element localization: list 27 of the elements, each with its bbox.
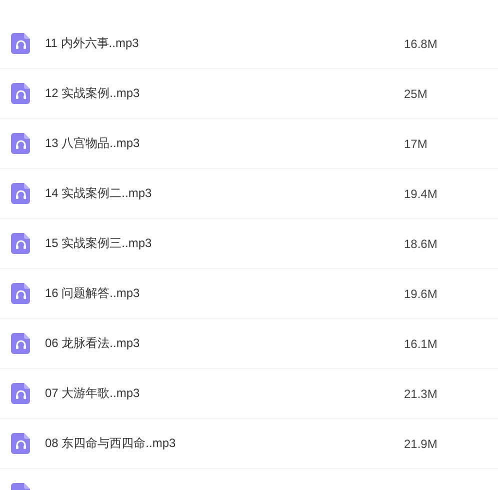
file-name[interactable]: 08 东四命与西四命..mp3 bbox=[45, 435, 404, 452]
audio-file-icon bbox=[11, 333, 31, 354]
file-size: 21.9M bbox=[404, 436, 438, 450]
file-name[interactable]: 07 大游年歌..mp3 bbox=[45, 385, 404, 402]
file-name[interactable]: 14 实战案例二..mp3 bbox=[45, 185, 404, 202]
file-size: 19.4M bbox=[404, 186, 438, 200]
file-size: 18.6M bbox=[404, 236, 438, 250]
file-size: 19.6M bbox=[404, 286, 438, 300]
audio-file-icon bbox=[11, 183, 31, 204]
audio-file-icon bbox=[11, 83, 31, 104]
audio-file-icon bbox=[11, 433, 31, 454]
audio-file-icon bbox=[11, 233, 31, 254]
file-name[interactable]: 11 内外六事..mp3 bbox=[45, 35, 404, 52]
audio-file-icon bbox=[11, 283, 31, 304]
audio-file-icon bbox=[11, 33, 31, 54]
file-name[interactable]: 12 实战案例..mp3 bbox=[45, 85, 404, 102]
file-size: 16.8M bbox=[404, 36, 438, 50]
file-name[interactable]: 06 龙脉看法..mp3 bbox=[45, 335, 404, 352]
file-name[interactable]: 15 实战案例三..mp3 bbox=[45, 235, 404, 252]
file-size: 17M bbox=[404, 136, 428, 150]
audio-file-icon bbox=[11, 133, 31, 154]
file-size: 21.3M bbox=[404, 386, 438, 400]
file-size: 25M bbox=[404, 86, 428, 100]
file-name[interactable]: 13 八宫物品..mp3 bbox=[45, 135, 404, 152]
audio-file-icon bbox=[11, 383, 31, 404]
file-name[interactable]: 16 问题解答..mp3 bbox=[45, 285, 404, 302]
file-size: 16.1M bbox=[404, 336, 438, 350]
